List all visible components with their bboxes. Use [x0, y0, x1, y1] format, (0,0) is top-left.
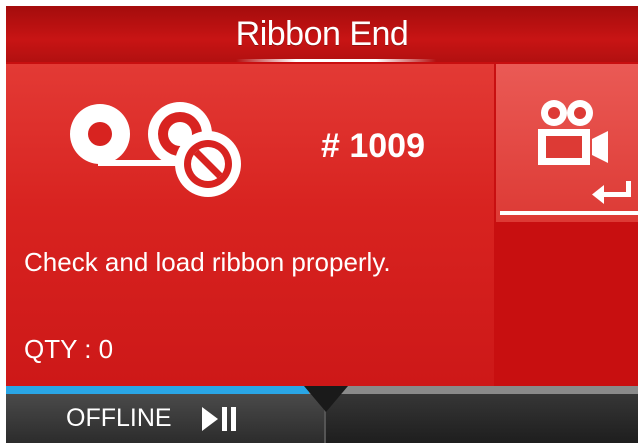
ribbon-error-icon — [70, 102, 241, 197]
help-video-button[interactable] — [496, 64, 638, 222]
page-title: Ribbon End — [235, 14, 409, 53]
offline-button[interactable]: OFFLINE — [6, 394, 324, 443]
progress-fill — [6, 386, 310, 394]
side-button-underline — [500, 211, 638, 215]
title-underline — [236, 59, 436, 62]
footer-bar: OFFLINE — [6, 386, 638, 443]
error-screen: Ribbon End # 1009 Check and load ribbon … — [6, 6, 638, 443]
quantity-label: QTY : 0 — [24, 334, 114, 364]
enter-arrow-icon — [592, 181, 631, 204]
offline-label: OFFLINE — [66, 404, 172, 432]
play-pause-icon — [201, 406, 236, 431]
title-bar: Ribbon End — [6, 6, 638, 62]
error-code: # 1009 — [321, 127, 425, 165]
error-message: Check and load ribbon properly. — [24, 247, 391, 277]
footer-notch — [304, 386, 348, 412]
video-camera-icon — [538, 100, 608, 165]
error-panel: # 1009 Check and load ribbon properly. Q… — [6, 64, 494, 386]
